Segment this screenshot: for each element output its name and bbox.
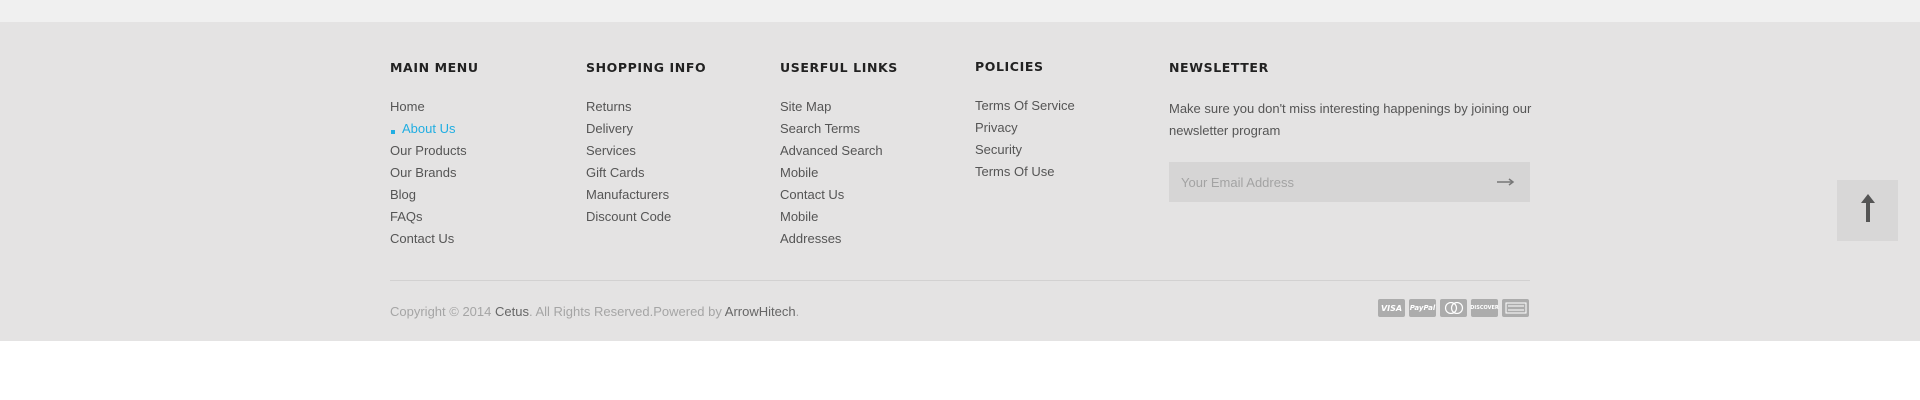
column-title: USERFUL LINKS	[780, 60, 898, 75]
footer-link-about-us[interactable]: About Us	[390, 118, 479, 140]
footer-link-addresses[interactable]: Addresses	[780, 228, 898, 250]
brand-link[interactable]: Cetus	[495, 304, 529, 319]
footer-link-terms-of-use[interactable]: Terms Of Use	[975, 161, 1075, 183]
footer-link-security[interactable]: Security	[975, 139, 1075, 161]
footer-link-our-brands[interactable]: Our Brands	[390, 162, 479, 184]
footer-link-contact-us[interactable]: Contact Us	[390, 228, 479, 250]
paypal-icon: PayPal	[1409, 299, 1436, 317]
footer-link-search-terms[interactable]: Search Terms	[780, 118, 898, 140]
footer-link-contact-us[interactable]: Contact Us	[780, 184, 898, 206]
footer-link-returns[interactable]: Returns	[586, 96, 706, 118]
footer-link-mobile[interactable]: Mobile	[780, 162, 898, 184]
link-list: Site Map Search Terms Advanced Search Mo…	[780, 96, 898, 250]
arrow-right-icon	[1497, 173, 1515, 191]
column-title: MAIN MENU	[390, 60, 479, 75]
footer-link-advanced-search[interactable]: Advanced Search	[780, 140, 898, 162]
footer-link-delivery[interactable]: Delivery	[586, 118, 706, 140]
footer-link-blog[interactable]: Blog	[390, 184, 479, 206]
footer-link-services[interactable]: Services	[586, 140, 706, 162]
footer-column-policies: POLICIES Terms Of Service Privacy Securi…	[975, 59, 1075, 183]
copyright-suffix: .	[795, 304, 800, 319]
footer-link-faqs[interactable]: FAQs	[390, 206, 479, 228]
discover-icon: DISCOVER	[1470, 299, 1499, 317]
page-top-strip	[0, 0, 1920, 22]
footer-link-mobile[interactable]: Mobile	[780, 206, 898, 228]
footer-column-newsletter: NEWSLETTER Make sure you don't miss inte…	[1169, 60, 1539, 202]
newsletter-form	[1169, 162, 1530, 202]
mastercard-icon	[1440, 299, 1467, 317]
american-express-icon	[1502, 299, 1529, 317]
column-title: SHOPPING INFO	[586, 60, 707, 75]
link-list: Terms Of Service Privacy Security Terms …	[975, 95, 1075, 183]
footer-column-shopping-info: SHOPPING INFO Returns Delivery Services …	[586, 60, 706, 228]
footer-divider	[390, 280, 1530, 281]
visa-icon: VISA	[1378, 299, 1405, 317]
site-footer: MAIN MENU Home About Us Our Products Our…	[0, 22, 1920, 341]
column-title: POLICIES	[975, 59, 1044, 74]
scroll-to-top-button[interactable]	[1837, 180, 1898, 241]
newsletter-description: Make sure you don't miss interesting hap…	[1169, 101, 1532, 138]
footer-column-main-menu: MAIN MENU Home About Us Our Products Our…	[390, 60, 479, 250]
powered-by-link[interactable]: ArrowHitech	[725, 304, 796, 319]
footer-link-terms-of-service[interactable]: Terms Of Service	[975, 95, 1075, 117]
copyright-middle: . All Rights Reserved.Powered by	[528, 304, 722, 319]
copyright-prefix: Copyright © 2014	[390, 304, 492, 319]
column-title: NEWSLETTER	[1169, 60, 1269, 75]
footer-link-our-products[interactable]: Our Products	[390, 140, 479, 162]
arrow-up-icon	[1860, 194, 1875, 227]
footer-link-gift-cards[interactable]: Gift Cards	[586, 162, 706, 184]
payment-methods: VISA PayPal DISCOVER	[1378, 299, 1529, 317]
footer-link-privacy[interactable]: Privacy	[975, 117, 1075, 139]
link-list: Returns Delivery Services Gift Cards Man…	[586, 96, 706, 228]
newsletter-email-input[interactable]	[1169, 162, 1481, 202]
footer-column-useful-links: USERFUL LINKS Site Map Search Terms Adva…	[780, 60, 898, 250]
link-list: Home About Us Our Products Our Brands Bl…	[390, 96, 479, 250]
footer-link-home[interactable]: Home	[390, 96, 479, 118]
copyright-text: Copyright © 2014 Cetus. All Rights Reser…	[390, 304, 799, 319]
footer-link-site-map[interactable]: Site Map	[780, 96, 898, 118]
newsletter-submit-button[interactable]	[1482, 162, 1530, 202]
footer-link-discount-code[interactable]: Discount Code	[586, 206, 706, 228]
footer-link-manufacturers[interactable]: Manufacturers	[586, 184, 706, 206]
